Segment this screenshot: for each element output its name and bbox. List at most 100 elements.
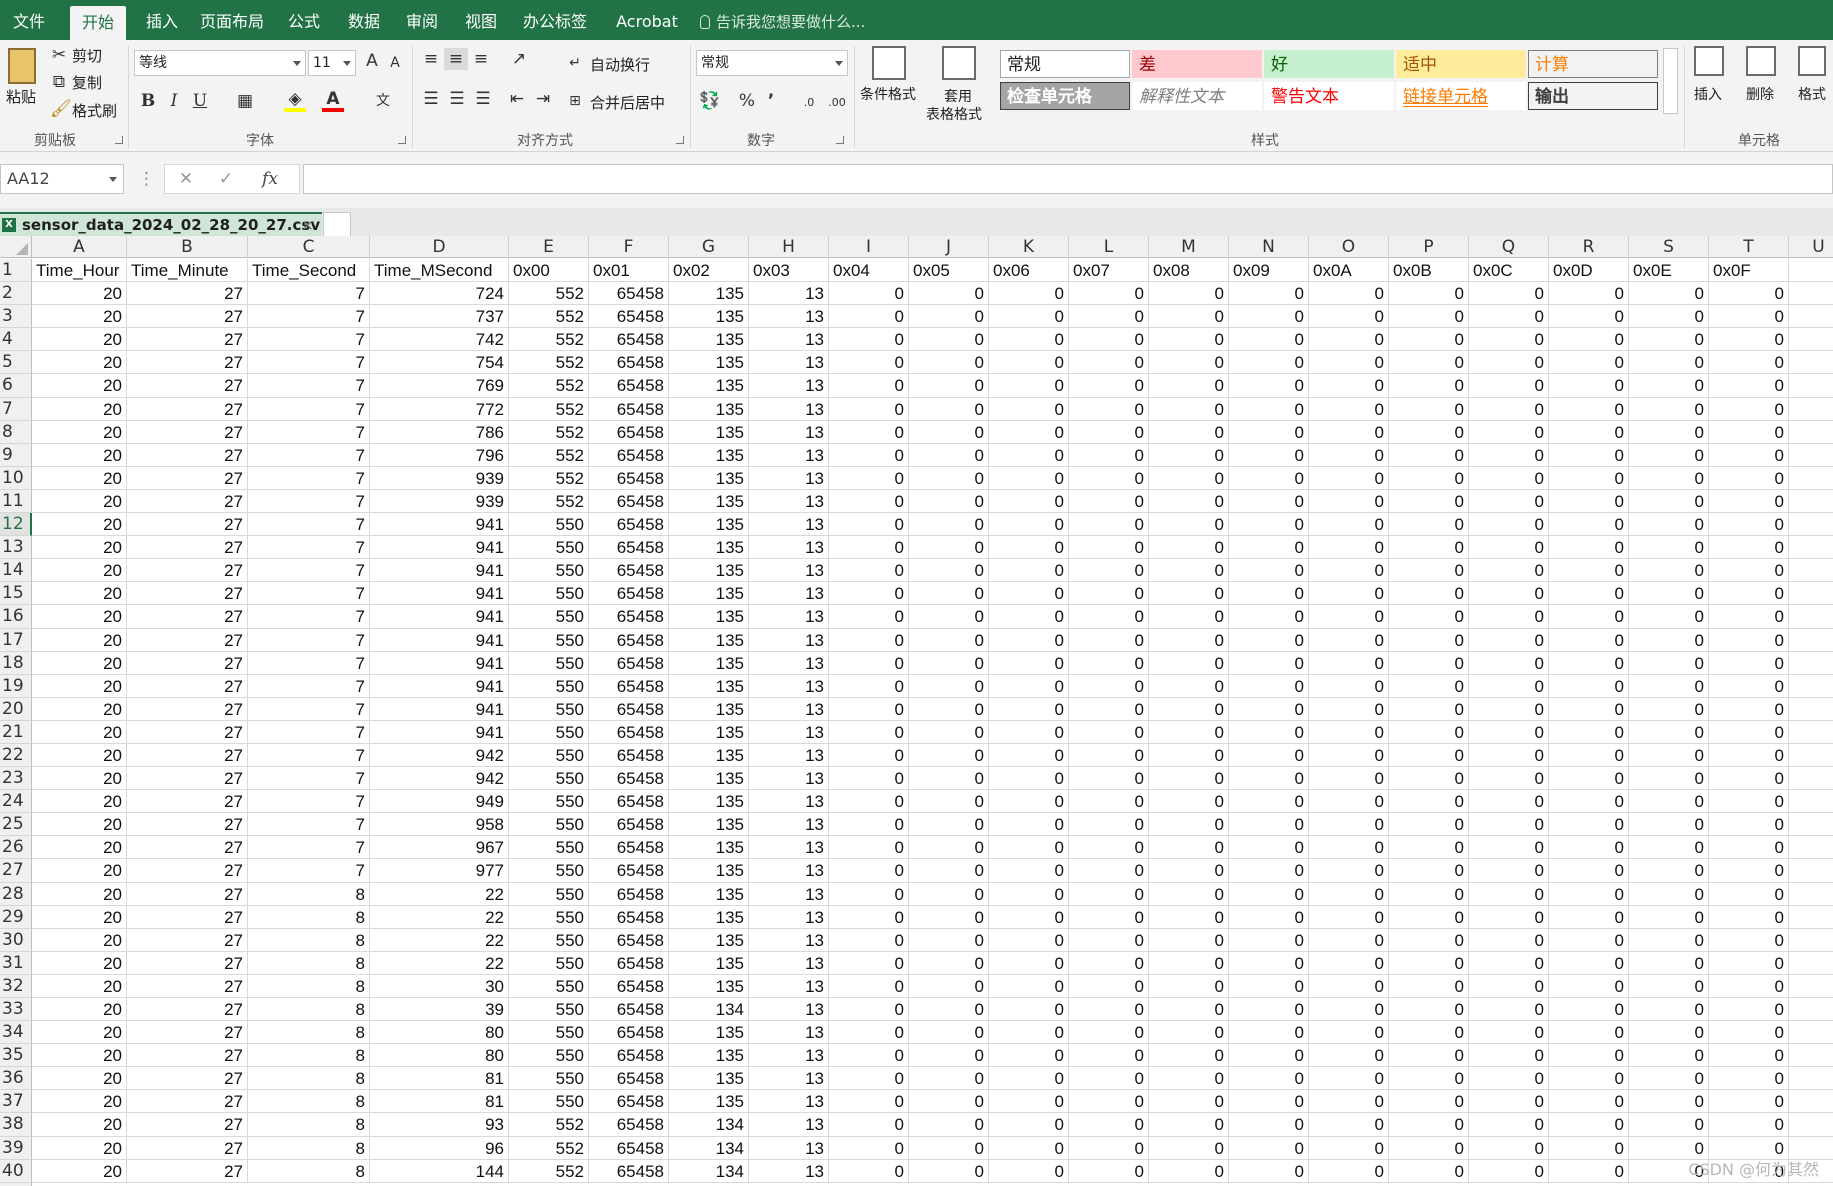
cell[interactable]: 550 <box>509 582 589 606</box>
cell[interactable]: 0 <box>829 466 909 490</box>
cell[interactable]: 135 <box>669 882 749 906</box>
cell[interactable]: 0 <box>1069 882 1149 906</box>
cell[interactable]: 0 <box>829 1113 909 1137</box>
cell[interactable]: 39 <box>370 998 509 1022</box>
cell[interactable]: 0 <box>1389 305 1469 329</box>
cell[interactable]: 0 <box>1629 674 1709 698</box>
cell[interactable]: 80 <box>370 1044 509 1068</box>
cell[interactable]: 941 <box>370 605 509 629</box>
cell[interactable]: 941 <box>370 628 509 652</box>
header-cell[interactable]: 0x0D <box>1549 259 1629 283</box>
cell[interactable]: 13 <box>749 1136 829 1160</box>
increase-indent-icon[interactable]: ⇥ <box>532 88 554 110</box>
cell[interactable]: 0 <box>1709 951 1789 975</box>
cell[interactable]: 0 <box>1549 420 1629 444</box>
cell[interactable]: 135 <box>669 466 749 490</box>
cell[interactable]: 13 <box>749 951 829 975</box>
cell[interactable]: 550 <box>509 928 589 952</box>
cell[interactable]: 0 <box>829 928 909 952</box>
cell[interactable]: 0 <box>1549 536 1629 560</box>
row-header[interactable]: 9 <box>0 443 32 467</box>
cell[interactable]: 0 <box>1469 351 1549 375</box>
cell[interactable]: 0 <box>1229 282 1309 306</box>
cell[interactable]: 13 <box>749 1067 829 1091</box>
cell[interactable]: 0 <box>829 1021 909 1045</box>
cell[interactable]: 552 <box>509 374 589 398</box>
cell[interactable]: 0 <box>1069 374 1149 398</box>
cell[interactable]: 81 <box>370 1067 509 1091</box>
cell[interactable]: 550 <box>509 536 589 560</box>
row-header[interactable]: 33 <box>0 998 32 1022</box>
cell[interactable]: 0 <box>909 536 989 560</box>
cell[interactable]: 0 <box>1549 905 1629 929</box>
cell[interactable]: 550 <box>509 813 589 837</box>
cell[interactable]: 0 <box>1229 420 1309 444</box>
row-header[interactable]: 19 <box>0 674 32 698</box>
cell[interactable]: 552 <box>509 351 589 375</box>
header-cell[interactable]: 0x06 <box>989 259 1069 283</box>
cell[interactable]: 0 <box>1709 998 1789 1022</box>
cell[interactable]: 20 <box>32 697 127 721</box>
cell[interactable]: 0 <box>1149 536 1229 560</box>
cell[interactable]: 65458 <box>589 328 669 352</box>
menu-tab-data[interactable]: 数据 <box>338 0 390 40</box>
cell[interactable]: 0 <box>989 974 1069 998</box>
cell[interactable]: 772 <box>370 397 509 421</box>
cell[interactable]: 0 <box>1469 767 1549 791</box>
decrease-decimal-icon[interactable]: .00 <box>824 92 850 114</box>
cell[interactable]: 0 <box>1389 374 1469 398</box>
cell[interactable]: 0 <box>909 697 989 721</box>
cell[interactable]: 8 <box>248 882 370 906</box>
cell[interactable]: 0 <box>829 628 909 652</box>
cell[interactable]: 135 <box>669 397 749 421</box>
cell[interactable]: 0 <box>1549 605 1629 629</box>
cell-style-output[interactable]: 输出 <box>1528 82 1658 110</box>
cell[interactable]: 65458 <box>589 651 669 675</box>
cell[interactable]: 0 <box>1229 443 1309 467</box>
borders-icon[interactable]: ▦ <box>234 90 256 112</box>
cell[interactable] <box>1789 305 1833 329</box>
cell[interactable]: 20 <box>32 651 127 675</box>
cell[interactable]: 0 <box>829 813 909 837</box>
cell[interactable]: 7 <box>248 859 370 883</box>
cell[interactable]: 0 <box>829 351 909 375</box>
cell[interactable]: 0 <box>1149 767 1229 791</box>
cell[interactable]: 0 <box>1149 1136 1229 1160</box>
align-middle-icon[interactable]: ≡ <box>444 48 468 70</box>
cell[interactable]: 0 <box>1549 582 1629 606</box>
cell[interactable]: 0 <box>1229 813 1309 837</box>
cell[interactable]: 0 <box>1629 466 1709 490</box>
cell[interactable]: 0 <box>1309 1067 1389 1091</box>
cell[interactable]: 0 <box>1229 1090 1309 1114</box>
cell[interactable]: 0 <box>1309 1159 1389 1183</box>
cell[interactable]: 0 <box>989 1021 1069 1045</box>
cell[interactable]: 0 <box>1309 998 1389 1022</box>
cell[interactable]: 20 <box>32 974 127 998</box>
cell[interactable]: 0 <box>1469 466 1549 490</box>
cell[interactable]: 27 <box>127 882 248 906</box>
row-header[interactable]: 29 <box>0 905 32 929</box>
align-left-icon[interactable]: ☰ <box>420 88 442 110</box>
format-as-table-button-line2[interactable]: 表格格式 <box>926 104 982 124</box>
cell[interactable]: 135 <box>669 1067 749 1091</box>
cell[interactable]: 0 <box>909 582 989 606</box>
cell[interactable]: 0 <box>1549 790 1629 814</box>
column-header-g[interactable]: G <box>669 236 749 258</box>
cell[interactable]: 0 <box>1309 351 1389 375</box>
cell[interactable]: 0 <box>1149 559 1229 583</box>
cell[interactable]: 135 <box>669 305 749 329</box>
cell[interactable]: 0 <box>1229 905 1309 929</box>
cell[interactable]: 8 <box>248 1159 370 1183</box>
cell[interactable]: 0 <box>1309 536 1389 560</box>
align-top-icon[interactable]: ≡ <box>420 48 442 70</box>
cell[interactable]: 0 <box>1229 559 1309 583</box>
currency-icon[interactable]: 💱 <box>698 90 722 112</box>
cell[interactable]: 27 <box>127 443 248 467</box>
cell[interactable]: 0 <box>829 559 909 583</box>
cell[interactable]: 0 <box>1469 813 1549 837</box>
cell[interactable]: 552 <box>509 443 589 467</box>
cell[interactable]: 552 <box>509 420 589 444</box>
cell[interactable]: 0 <box>1469 443 1549 467</box>
cell[interactable]: 0 <box>1709 1021 1789 1045</box>
cell[interactable]: 0 <box>1389 513 1469 537</box>
